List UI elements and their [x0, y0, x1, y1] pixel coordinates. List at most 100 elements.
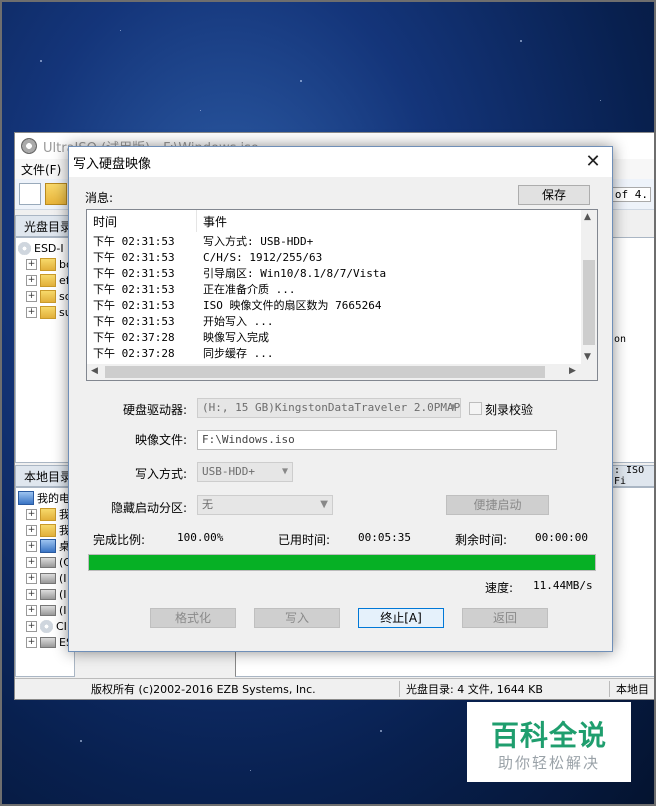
- log-time: 下午 02:31:53: [93, 283, 175, 296]
- local-tree-root-label: 我的电: [37, 492, 70, 505]
- expand-icon[interactable]: +: [26, 604, 37, 616]
- write-button[interactable]: 写入: [254, 608, 340, 628]
- local-tree-item[interactable]: + (C: [26, 554, 71, 570]
- log-row: 下午 02:37:28 同步缓存 ...: [87, 346, 583, 362]
- tree-item[interactable]: + bo: [26, 256, 73, 272]
- log-row: 下午 02:31:53 正在准备介质 ...: [87, 282, 583, 298]
- hidden-partition-select[interactable]: 无 ▼: [197, 495, 333, 515]
- local-tree-item[interactable]: + (I: [26, 586, 67, 602]
- cd-dir-header-label: 光盘目录: [24, 219, 73, 234]
- speed-value: 11.44MB/s: [533, 579, 593, 592]
- messages-label: 消息:: [85, 191, 114, 205]
- expand-icon[interactable]: +: [26, 306, 37, 318]
- expand-icon[interactable]: +: [26, 588, 37, 600]
- scroll-right-icon[interactable]: ▶: [569, 366, 576, 376]
- local-tree-item[interactable]: + (I: [26, 602, 67, 618]
- cd-dir-header: 光盘目录: [15, 215, 75, 237]
- close-icon[interactable]: ✕: [582, 151, 604, 173]
- verify-checkbox[interactable]: [469, 402, 482, 415]
- log-event: 写入方式: USB-HDD+: [203, 235, 314, 248]
- save-button[interactable]: 保存: [518, 185, 590, 205]
- scroll-up-icon[interactable]: ▲: [584, 212, 591, 222]
- scroll-left-icon[interactable]: ◀: [91, 366, 98, 376]
- scroll-corner: [581, 364, 597, 380]
- expand-icon[interactable]: +: [26, 258, 37, 270]
- tree-item[interactable]: + su: [26, 304, 72, 320]
- back-button[interactable]: 返回: [462, 608, 548, 628]
- local-tree-root[interactable]: 我的电: [18, 490, 70, 506]
- log-row: 下午 02:37:28 映像写入完成: [87, 330, 583, 346]
- tree-root[interactable]: ESD-I: [18, 240, 64, 256]
- local-tree-item[interactable]: + 我: [26, 522, 70, 538]
- format-button[interactable]: 格式化: [150, 608, 236, 628]
- local-tree-item[interactable]: + 我: [26, 506, 70, 522]
- app-statusbar: 版权所有 (c)2002-2016 EZB Systems, Inc. 光盘目录…: [15, 678, 655, 699]
- local-dir-tree: 我的电 + 我 + 我 + 桌 + (C + (I + (I + (I + CI + ES: [15, 487, 75, 677]
- tree-item[interactable]: + so: [26, 288, 71, 304]
- chevron-down-icon: ▼: [449, 402, 456, 413]
- expand-icon[interactable]: +: [26, 620, 37, 632]
- log-event: 正在准备介质 ...: [203, 283, 296, 296]
- ultraiso-app-icon: [21, 138, 37, 154]
- expand-icon[interactable]: +: [26, 290, 37, 302]
- watermark-subtitle: 助你轻松解决: [497, 754, 600, 772]
- drive-label: 硬盘驱动器:: [123, 403, 188, 417]
- log-event: ISO 映像文件的扇区数为 7665264: [203, 299, 382, 312]
- expand-icon[interactable]: +: [26, 572, 37, 584]
- local-tree-item[interactable]: + CI: [26, 618, 67, 634]
- cd-dir-tree: ESD-I + bo + ef + so + su: [15, 237, 75, 463]
- log-time: 下午 02:31:53: [93, 315, 175, 328]
- expand-icon[interactable]: +: [26, 636, 37, 648]
- write-mode-select[interactable]: USB-HDD+ ▼: [197, 462, 293, 482]
- watermark-title: 百科全说: [490, 719, 607, 752]
- scroll-down-icon[interactable]: ▼: [584, 352, 591, 362]
- status-cd-info: 光盘目录: 4 文件, 1644 KB: [399, 681, 543, 697]
- log-time: 下午 02:31:53: [93, 235, 175, 248]
- local-tree-item[interactable]: + ES: [26, 634, 73, 650]
- log-vertical-scrollbar[interactable]: ▲ ▼: [581, 210, 597, 366]
- progress-fill: [89, 555, 595, 570]
- write-mode-label: 写入方式:: [135, 467, 188, 481]
- local-tree-item-label: (I: [59, 571, 67, 585]
- log-event: C/H/S: 1912/255/63: [203, 251, 323, 264]
- local-tree-item[interactable]: + 桌: [26, 538, 70, 554]
- remaining-value: 00:00:00: [535, 531, 588, 544]
- log-col-event[interactable]: 事件: [197, 213, 227, 230]
- drive-icon: [40, 588, 56, 600]
- expand-icon[interactable]: +: [26, 556, 37, 568]
- new-file-icon[interactable]: [19, 183, 41, 205]
- folder-icon: [40, 273, 56, 287]
- cd-drive-icon: [40, 619, 53, 633]
- log-row: 下午 02:31:53 ISO 映像文件的扇区数为 7665264: [87, 298, 583, 314]
- computer-icon: [18, 491, 34, 505]
- expand-icon[interactable]: +: [26, 508, 37, 520]
- abort-button[interactable]: 终止[A]: [358, 608, 444, 628]
- log-horizontal-scrollbar[interactable]: ◀ ▶: [87, 364, 583, 380]
- log-col-time[interactable]: 时间: [87, 210, 197, 232]
- menu-file[interactable]: 文件(F): [21, 161, 61, 178]
- horizontal-scroll-thumb[interactable]: [105, 366, 545, 378]
- tree-root-label: ESD-I: [34, 241, 64, 255]
- speed-label: 速度:: [485, 581, 514, 595]
- log-row: 下午 02:31:53 引导扇区: Win10/8.1/8/7/Vista: [87, 266, 583, 282]
- drive-icon: [40, 572, 56, 584]
- chevron-down-icon: ▼: [281, 466, 288, 477]
- log-time: 下午 02:37:28: [93, 331, 175, 344]
- local-tree-item[interactable]: + (I: [26, 570, 67, 586]
- complete-ratio-label: 完成比例:: [93, 533, 146, 547]
- tree-item[interactable]: + ef: [26, 272, 70, 288]
- drive-select-value: (H:, 15 GB)KingstonDataTraveler 2.0PMAP: [202, 401, 461, 414]
- expand-icon[interactable]: +: [26, 540, 37, 552]
- elapsed-label: 已用时间:: [278, 533, 331, 547]
- expand-icon[interactable]: +: [26, 274, 37, 286]
- drive-select[interactable]: (H:, 15 GB)KingstonDataTraveler 2.0PMAP …: [197, 398, 461, 418]
- write-disk-image-dialog: 写入硬盘映像 ✕ 消息: 保存 时间 事件 下午 02:31:53 写入方式: U…: [68, 146, 613, 652]
- image-file-label: 映像文件:: [135, 433, 188, 447]
- expand-icon[interactable]: +: [26, 524, 37, 536]
- vertical-scroll-thumb[interactable]: [583, 260, 595, 345]
- message-log[interactable]: 时间 事件 下午 02:31:53 写入方式: USB-HDD+ 下午 02:31…: [86, 209, 598, 381]
- folder-icon: [40, 507, 56, 521]
- quick-boot-button[interactable]: 便捷启动: [446, 495, 549, 515]
- open-folder-icon[interactable]: [45, 183, 67, 205]
- image-file-field[interactable]: F:\Windows.iso: [197, 430, 557, 450]
